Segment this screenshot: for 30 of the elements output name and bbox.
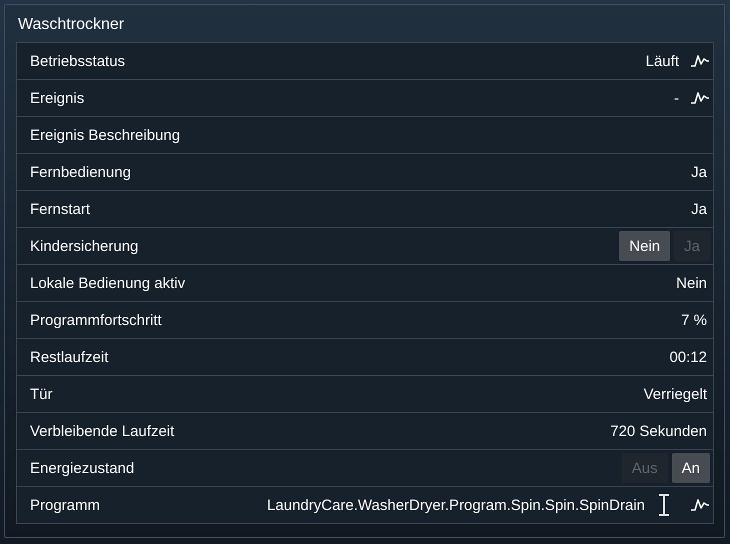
toggle-option[interactable]: Nein <box>619 231 670 261</box>
row-label: Verbleibende Laufzeit <box>30 422 174 440</box>
row-value: Verriegelt <box>644 386 707 402</box>
row-label: Fernstart <box>30 200 90 218</box>
row-label: Lokale Bedienung aktiv <box>30 274 186 292</box>
row-value: 7 % <box>681 312 707 328</box>
row-value: Ja <box>691 200 707 218</box>
row-label: Ereignis <box>30 90 84 106</box>
history-chart-icon[interactable] <box>690 498 710 512</box>
card-title: Waschtrockner <box>18 15 124 35</box>
row-label: Kindersicherung <box>30 238 138 254</box>
row-label: Energiezustand <box>30 460 134 476</box>
history-chart-icon[interactable] <box>690 54 710 68</box>
row-value: - <box>674 90 679 106</box>
row-label: Restlaufzeit <box>30 348 108 366</box>
row-label: Fernbedienung <box>30 164 131 180</box>
text-cursor-icon[interactable] <box>658 494 670 516</box>
toggle-option[interactable]: An <box>672 453 710 483</box>
row-label: Programmfortschritt <box>30 312 162 328</box>
history-chart-icon[interactable] <box>690 91 710 105</box>
row-label: Betriebsstatus <box>30 52 126 70</box>
row-value: Läuft <box>646 52 679 70</box>
row-label: Ereignis Beschreibung <box>30 126 180 144</box>
row-value: 00:12 <box>669 348 707 366</box>
row-value: Nein <box>676 274 707 292</box>
row-label: Programm <box>30 496 100 514</box>
row-value: Ja <box>691 164 707 180</box>
row-value: 720 Sekunden <box>610 422 707 440</box>
row-label: Tür <box>30 386 52 402</box>
row-value: LaundryCare.WasherDryer.Program.Spin.Spin.SpinDrain <box>267 496 645 514</box>
